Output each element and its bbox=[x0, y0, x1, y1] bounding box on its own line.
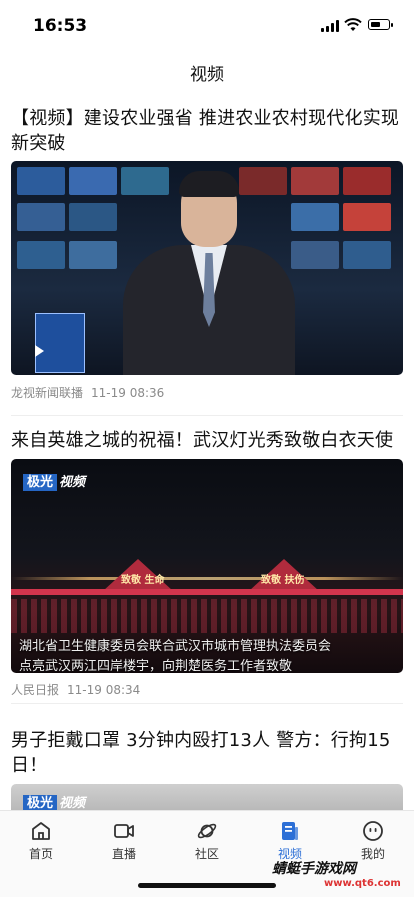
picture-in-picture bbox=[35, 313, 85, 373]
feed-item-meta: 龙视新闻联播 11-19 08:36 bbox=[11, 384, 164, 401]
video-icon bbox=[282, 822, 298, 840]
video-feed[interactable]: 【视频】建设农业强省 推进农业农村现代化实现新突破 龙视新闻联播 11-19 0… bbox=[0, 98, 414, 810]
badge-brand: 极光 bbox=[23, 795, 58, 810]
home-indicator[interactable] bbox=[138, 883, 276, 888]
tower-light-text: 致敬 扶伤 bbox=[261, 575, 305, 586]
badge-type: 视频 bbox=[59, 475, 86, 490]
tower-light-text: 致敬 生命 bbox=[121, 575, 165, 586]
feed-item[interactable]: 男子拒戴口罩 3分钟内殴打13人 警方：行拘15日！ 极光 视频 bbox=[11, 728, 403, 810]
community-planet-icon bbox=[197, 823, 217, 839]
tab-video[interactable]: 视频 bbox=[260, 819, 320, 862]
badge-brand: 极光 bbox=[23, 474, 58, 491]
tab-home[interactable]: 首页 bbox=[11, 819, 71, 862]
feed-item-time: 11-19 08:36 bbox=[91, 386, 165, 400]
bridge bbox=[11, 589, 403, 595]
video-thumbnail[interactable]: 极光 视频 致敬 生命 致敬 扶伤 湖北省卫生健康委员会联合武汉市城市管理执法委员… bbox=[11, 459, 403, 673]
profile-face-icon bbox=[363, 821, 383, 841]
cellular-signal-icon bbox=[321, 20, 340, 32]
feed-item-title[interactable]: 来自英雄之城的祝福！武汉灯光秀致敬白衣天使 bbox=[11, 428, 403, 453]
feed-item-meta: 人民日报 11-19 08:34 bbox=[11, 681, 140, 698]
status-bar: 16:53 bbox=[0, 0, 414, 50]
video-thumbnail[interactable] bbox=[11, 161, 403, 375]
video-source-badge: 极光 视频 bbox=[23, 792, 85, 810]
feed-item-title[interactable]: 【视频】建设农业强省 推进农业农村现代化实现新突破 bbox=[11, 106, 403, 156]
feed-item-source: 龙视新闻联播 bbox=[11, 386, 84, 400]
watermark-url: www.qt6.com bbox=[324, 878, 401, 889]
feed-item-time: 11-19 08:34 bbox=[67, 683, 141, 697]
live-camera-icon bbox=[114, 824, 134, 838]
feed-item[interactable]: 【视频】建设农业强省 推进农业农村现代化实现新突破 龙视新闻联播 11-19 0… bbox=[11, 106, 403, 400]
wifi-icon bbox=[344, 18, 362, 31]
video-caption: 点亮武汉两江四岸楼宇，向荆楚医务工作者致敬 bbox=[19, 659, 293, 673]
divider bbox=[11, 415, 403, 416]
tab-profile[interactable]: 我的 bbox=[343, 819, 403, 862]
page-title: 视频 bbox=[190, 65, 224, 85]
tab-live[interactable]: 直播 bbox=[94, 819, 154, 862]
video-caption: 湖北省卫生健康委员会联合武汉市城市管理执法委员会 bbox=[19, 639, 332, 654]
video-source-badge: 极光 视频 bbox=[23, 471, 86, 491]
tab-label: 直播 bbox=[111, 847, 136, 861]
tab-community[interactable]: 社区 bbox=[177, 819, 237, 862]
badge-type: 视频 bbox=[59, 796, 86, 810]
video-thumbnail[interactable]: 极光 视频 bbox=[11, 784, 403, 810]
feed-item[interactable]: 来自英雄之城的祝福！武汉灯光秀致敬白衣天使 极光 视频 致敬 生命 致敬 扶伤 湖… bbox=[11, 428, 403, 697]
feed-item-source: 人民日报 bbox=[11, 683, 60, 697]
home-icon bbox=[32, 822, 50, 840]
play-icon[interactable] bbox=[35, 345, 44, 357]
tab-label: 社区 bbox=[194, 847, 219, 861]
tab-label: 首页 bbox=[28, 847, 53, 861]
feed-item-title[interactable]: 男子拒戴口罩 3分钟内殴打13人 警方：行拘15日！ bbox=[11, 728, 403, 778]
divider bbox=[11, 703, 403, 704]
battery-icon bbox=[368, 19, 393, 30]
watermark-text: 蜻蜓手游戏网 bbox=[272, 861, 356, 877]
status-time: 16:53 bbox=[33, 16, 88, 36]
